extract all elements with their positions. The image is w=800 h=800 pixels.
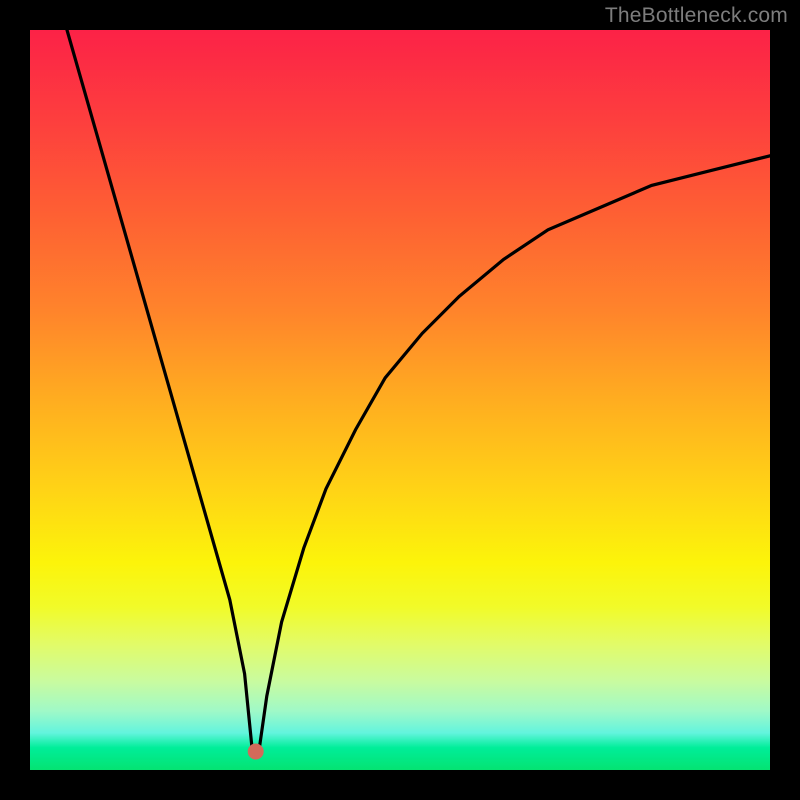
chart-container: TheBottleneck.com xyxy=(0,0,800,800)
optimal-point-marker xyxy=(248,744,264,760)
bottleneck-curve-line xyxy=(67,30,770,748)
watermark-text: TheBottleneck.com xyxy=(605,4,788,28)
chart-plot-area xyxy=(30,30,770,770)
chart-svg xyxy=(30,30,770,770)
